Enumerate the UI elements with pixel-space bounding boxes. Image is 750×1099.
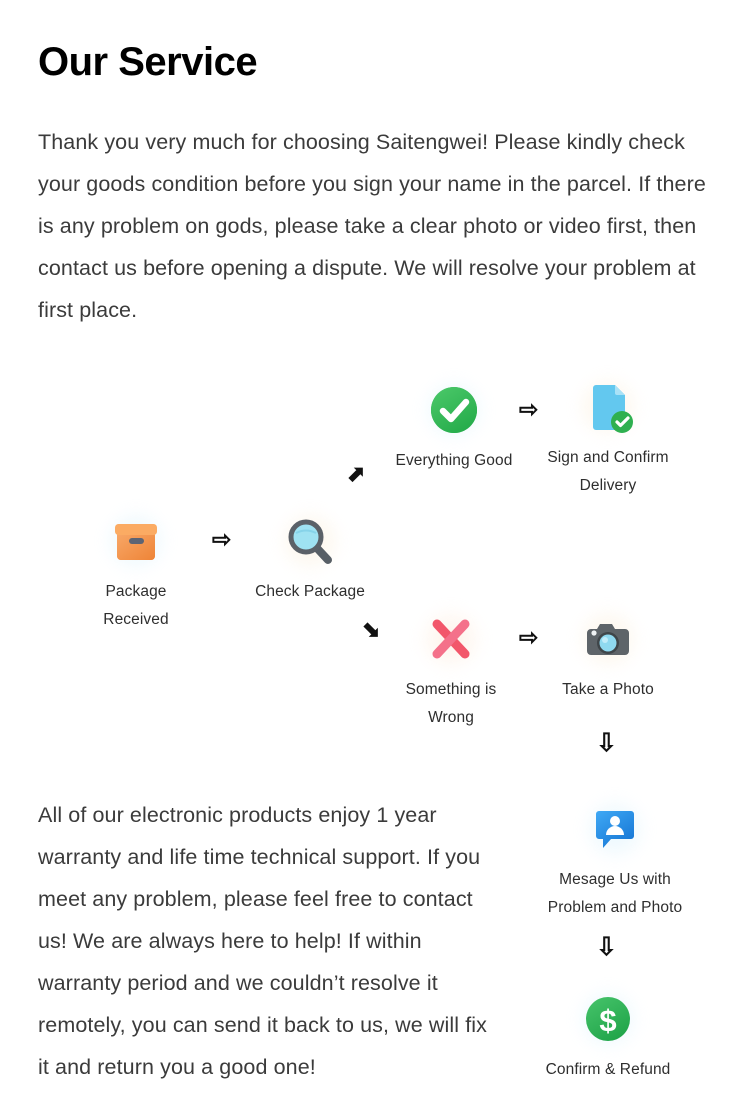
service-page: Our Service Thank you very much for choo…: [0, 0, 750, 1099]
svg-text:$: $: [599, 1003, 616, 1038]
flow-node-sign-confirm: Sign and Confirm Delivery: [545, 372, 671, 500]
arrow-down-right-icon-check-to-wrong: ⬊: [362, 617, 381, 642]
arrow-right-icon-good-to-sign: ⇨: [519, 396, 539, 422]
flow-node-label: Check Package: [255, 583, 365, 600]
flow-node-package-received: Package Received: [73, 506, 199, 634]
arrow-down-icon-photo-to-message: ⇩: [596, 729, 617, 757]
service-flow-diagram: Package Received ⇨ Check Package ⬈ Every…: [0, 0, 750, 1099]
message-person-icon: [580, 794, 650, 864]
flow-node-something-wrong: Something is Wrong: [388, 604, 514, 732]
arrow-up-right-icon-check-to-good: ⬈: [347, 461, 366, 486]
camera-icon: [573, 604, 643, 674]
flow-node-everything-good: Everything Good: [391, 375, 517, 475]
flow-node-label: Confirm & Refund: [545, 1061, 671, 1078]
magnifier-icon: [275, 506, 345, 576]
flow-node-label: Package Received: [103, 583, 169, 628]
flow-node-take-a-photo: Take a Photo: [545, 604, 671, 704]
arrow-right-icon-pkg-to-check: ⇨: [212, 526, 232, 552]
flow-node-confirm-refund: $ Confirm & Refund: [545, 984, 671, 1084]
flow-node-message-us: Mesage Us with Problem and Photo: [545, 794, 685, 922]
flow-node-label: Everything Good: [395, 452, 513, 469]
green-check-circle-icon: [419, 375, 489, 445]
flow-node-label: Something is Wrong: [405, 681, 497, 726]
flow-node-label: Take a Photo: [562, 681, 654, 698]
flow-node-label: Sign and Confirm Delivery: [547, 449, 669, 494]
package-box-icon: [101, 506, 171, 576]
flow-node-label: Mesage Us with Problem and Photo: [547, 871, 683, 916]
arrow-down-icon-message-to-refund: ⇩: [596, 933, 617, 961]
flow-node-check-package: Check Package: [247, 506, 373, 606]
dollar-circle-icon: $: [573, 984, 643, 1054]
arrow-right-icon-wrong-to-photo: ⇨: [519, 624, 539, 650]
document-check-icon: [573, 372, 643, 442]
red-cross-icon: [416, 604, 486, 674]
